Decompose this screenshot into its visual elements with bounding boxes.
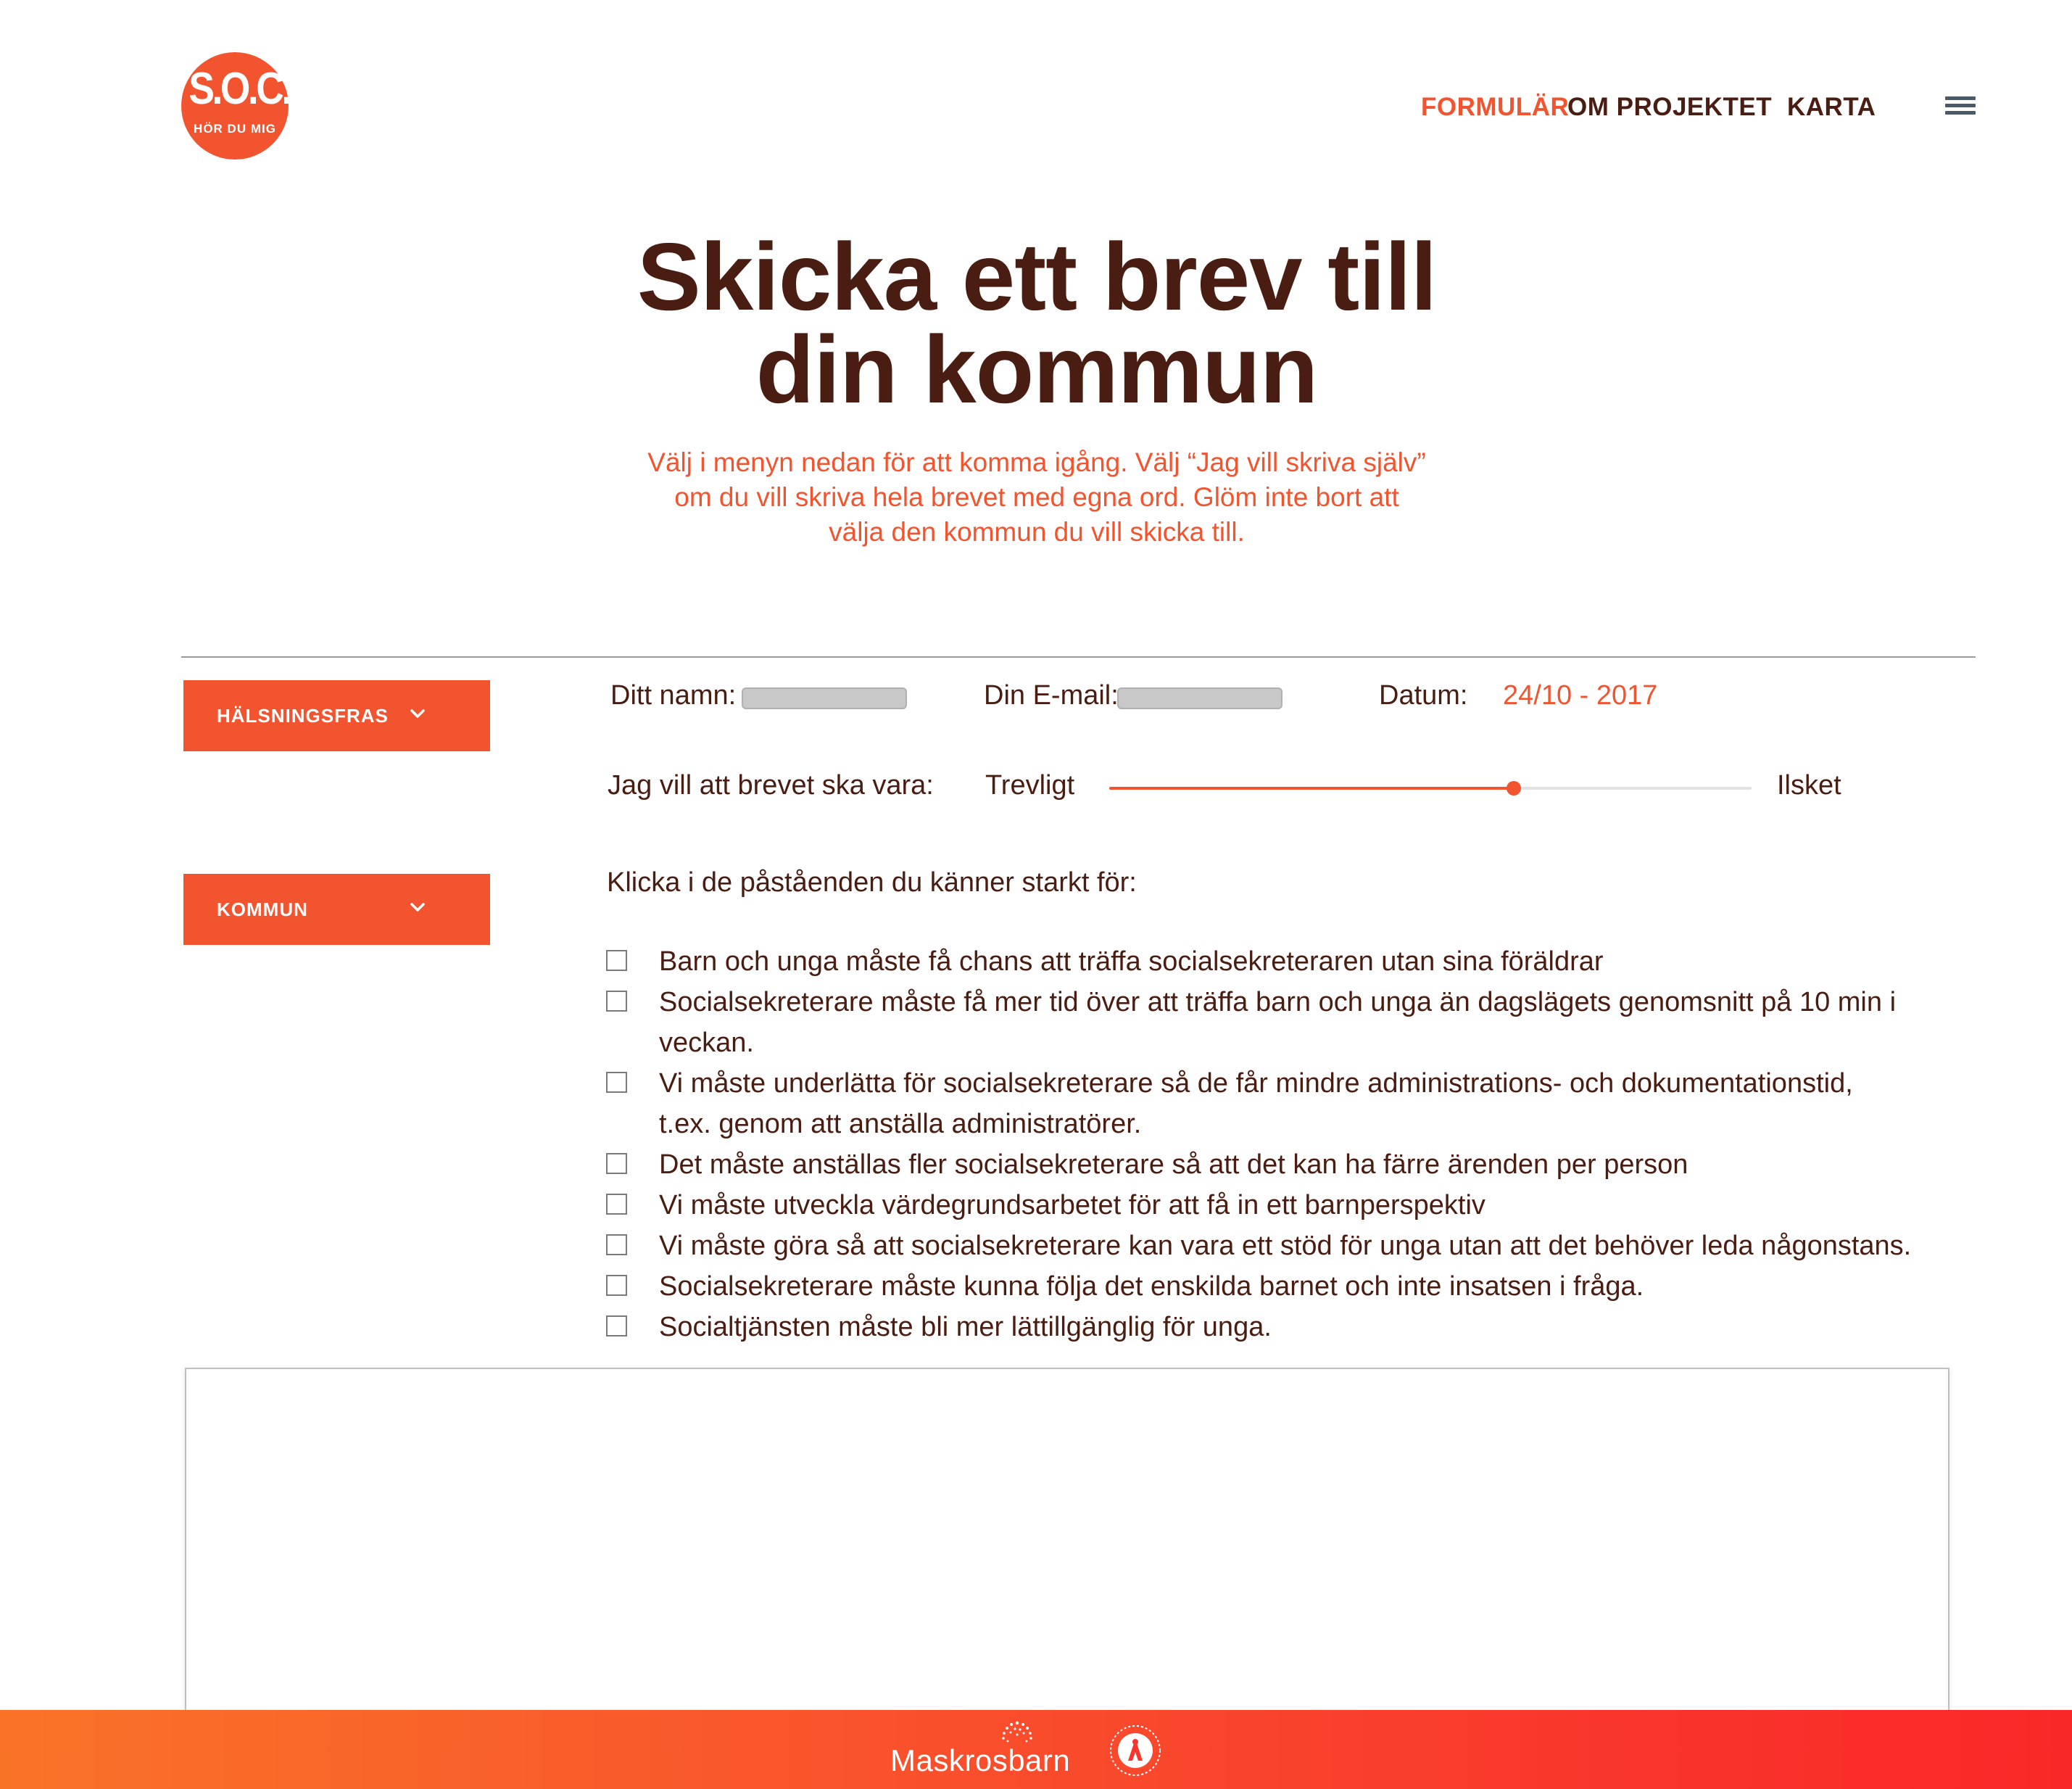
dropdown-label: HÄLSNINGSFRAS xyxy=(217,705,389,727)
statement-text: Socialsekreterare måste kunna följa det … xyxy=(659,1271,1644,1302)
statement-text: Det måste anställas fler socialsekretera… xyxy=(659,1149,1688,1180)
slider-fill xyxy=(1109,787,1514,790)
intro-line-2: om du vill skriva hela brevet med egna o… xyxy=(674,482,1399,512)
statement-text: Vi måste underlätta för socialsekreterar… xyxy=(659,1068,1853,1099)
statement-text: Vi måste utveckla värdegrundsarbetet för… xyxy=(659,1190,1485,1220)
tone-max-label: Ilsket xyxy=(1777,770,1841,801)
statement-text: Barn och unga måste få chans att träffa … xyxy=(659,946,1604,977)
intro-line-3: välja den kommun du vill skicka till. xyxy=(829,517,1245,547)
statement-text: Socialtjänsten måste bli mer lättillgäng… xyxy=(659,1312,1272,1342)
name-field[interactable] xyxy=(742,687,907,709)
intro-text: Välj i menyn nedan för att komma igång. … xyxy=(638,445,1435,550)
hamburger-icon[interactable] xyxy=(1945,96,1976,118)
list-item: Vi måste göra så att socialsekreterare k… xyxy=(606,1226,1984,1266)
statement-text-continued: t.ex. genom att anställa administratörer… xyxy=(659,1109,1142,1139)
title-line-1: Skicka ett brev till xyxy=(637,223,1438,330)
dropdown-label: KOMMUN xyxy=(217,898,308,920)
halsningsfras-dropdown[interactable]: HÄLSNINGSFRAS xyxy=(183,680,490,751)
nav-om-projektet[interactable]: OM PROJEKTET xyxy=(1567,93,1772,122)
kommun-dropdown[interactable]: KOMMUN xyxy=(183,874,490,945)
name-label: Ditt namn: xyxy=(610,680,737,711)
list-item: Barn och unga måste få chans att träffa … xyxy=(606,941,1984,982)
statement-text: Socialsekreterare måste få mer tid över … xyxy=(659,987,1897,1058)
date-value: 24/10 - 2017 xyxy=(1503,680,1658,711)
checkbox[interactable] xyxy=(606,1234,627,1255)
logo-text: S.O.C. xyxy=(188,64,292,114)
footer: Maskrosbarn xyxy=(0,1710,2072,1789)
checkbox[interactable] xyxy=(606,1194,627,1215)
intro-line-1: Välj i menyn nedan för att komma igång. … xyxy=(647,447,1426,477)
chevron-down-icon xyxy=(410,903,425,912)
footer-brand[interactable]: Maskrosbarn xyxy=(890,1743,1070,1778)
checkbox[interactable] xyxy=(606,1072,627,1093)
statement-text: Vi måste göra så att socialsekreterare k… xyxy=(659,1231,1912,1261)
logo-tagline: HÖR DU MIG xyxy=(194,122,276,136)
nav-formular[interactable]: FORMULÄR xyxy=(1421,93,1569,122)
dandelion-icon xyxy=(1002,1721,1032,1743)
soc-logo[interactable]: S.O.C. HÖR DU MIG xyxy=(181,52,292,160)
page-title: Skicka ett brev till din kommun xyxy=(580,223,1493,423)
tone-slider[interactable] xyxy=(1109,781,1752,796)
slider-thumb[interactable] xyxy=(1507,781,1522,796)
list-item: Socialsekreterare måste kunna följa det … xyxy=(606,1266,1984,1307)
statements-list: Barn och unga måste få chans att träffa … xyxy=(606,941,1984,1347)
checkbox[interactable] xyxy=(606,1315,627,1336)
list-item: Vi måste underlätta för socialsekreterar… xyxy=(606,1063,1984,1144)
list-item: Det måste anställas fler socialsekretera… xyxy=(606,1144,1984,1185)
checkbox[interactable] xyxy=(606,991,627,1012)
tone-label: Jag vill att brevet ska vara: xyxy=(608,770,934,801)
title-line-2: din kommun xyxy=(755,316,1319,423)
statements-prompt: Klicka i de påståenden du känner starkt … xyxy=(607,867,1137,898)
chevron-down-icon xyxy=(410,709,425,718)
checkbox[interactable] xyxy=(606,950,627,971)
nav-karta[interactable]: KARTA xyxy=(1787,93,1876,122)
list-item: Socialtjänsten måste bli mer lättillgäng… xyxy=(606,1307,1984,1347)
list-item: Socialsekreterare måste få mer tid över … xyxy=(606,982,1984,1063)
partner-seal-icon[interactable] xyxy=(1108,1723,1163,1778)
email-field[interactable] xyxy=(1117,687,1282,709)
email-label: Din E-mail: xyxy=(984,680,1119,711)
list-item: Vi måste utveckla värdegrundsarbetet för… xyxy=(606,1185,1984,1226)
checkbox[interactable] xyxy=(606,1275,627,1296)
checkbox[interactable] xyxy=(606,1153,627,1174)
date-label: Datum: xyxy=(1379,680,1468,711)
divider xyxy=(181,656,1976,658)
tone-min-label: Trevligt xyxy=(985,770,1075,801)
